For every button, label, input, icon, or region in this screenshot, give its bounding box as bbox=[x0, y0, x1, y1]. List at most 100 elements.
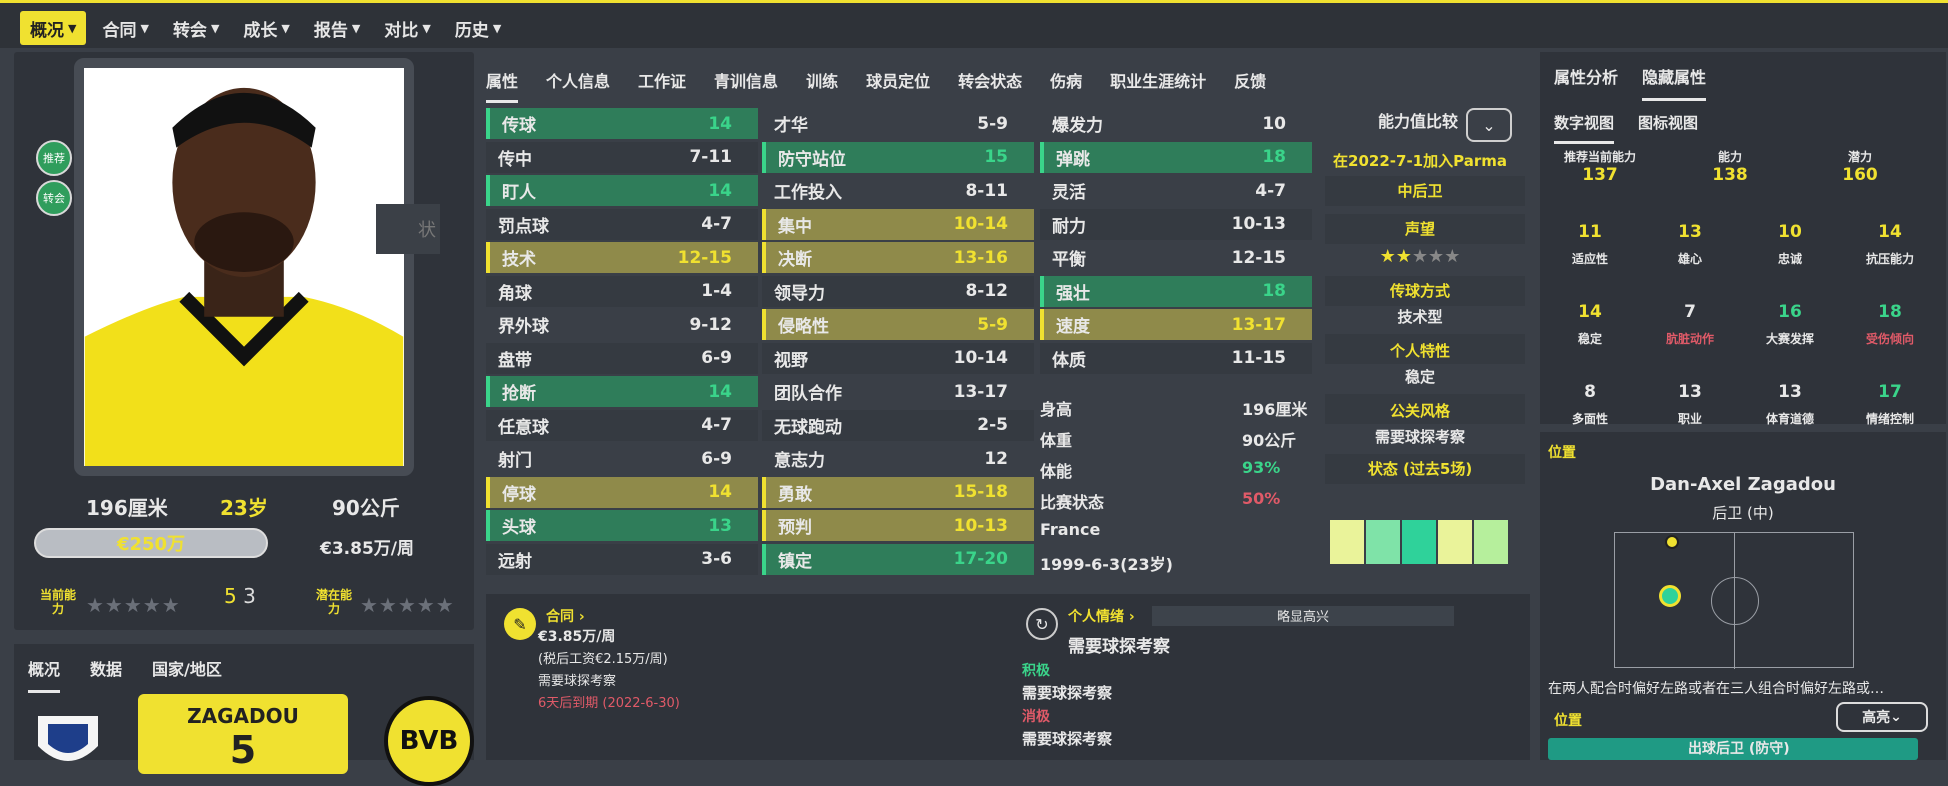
tab-attribute-analysis[interactable]: 属性分析 bbox=[1554, 64, 1618, 101]
menu-reports[interactable]: 报告 ▼ bbox=[306, 11, 368, 45]
tab-icon-view[interactable]: 图标视图 bbox=[1638, 112, 1698, 144]
attribute-row[interactable]: 才华 5-9 bbox=[762, 108, 1034, 139]
menu-overview[interactable]: 概况 ▼ bbox=[20, 11, 87, 45]
attribute-row[interactable]: 无球跑动 2-5 bbox=[762, 409, 1034, 441]
compare-dropdown[interactable]: ⌄ bbox=[1466, 108, 1512, 142]
menu-development[interactable]: 成长 ▼ bbox=[235, 11, 297, 45]
tab-attributes[interactable]: 属性 bbox=[486, 68, 519, 103]
menu-transfer[interactable]: 转会 ▼ bbox=[165, 11, 227, 45]
attribute-value: 13-17 bbox=[953, 381, 1008, 402]
tab-overview[interactable]: 概况 bbox=[28, 656, 61, 693]
mood-link[interactable]: 个人情绪 › bbox=[1068, 606, 1135, 626]
hidden-attribute-value: 13 bbox=[1778, 382, 1802, 402]
tab-hidden-attributes[interactable]: 隐藏属性 bbox=[1642, 64, 1707, 101]
transfer-button[interactable]: 转会 bbox=[36, 180, 72, 216]
menu-history[interactable]: 历史 ▼ bbox=[447, 11, 509, 45]
role-bar[interactable]: 出球后卫 (防守) bbox=[1548, 738, 1918, 760]
attribute-name: 预判 bbox=[778, 518, 812, 538]
ghost-button[interactable]: 状 bbox=[376, 204, 440, 254]
hidden-attribute-label: 推荐当前能力 bbox=[1563, 150, 1636, 164]
tab-number-view[interactable]: 数字视图 bbox=[1554, 112, 1615, 144]
tab-roles[interactable]: 球员定位 bbox=[866, 68, 930, 103]
attribute-row[interactable]: 镇定 17-20 bbox=[762, 543, 1034, 575]
club-logo[interactable]: BVB bbox=[384, 696, 474, 786]
potential-ability-stars: ★★★★★ bbox=[360, 593, 455, 617]
attribute-row[interactable]: 界外球 9-12 bbox=[486, 309, 758, 340]
attribute-row[interactable]: 传球 14 bbox=[486, 108, 758, 139]
jersey: ZAGADOU 5 bbox=[138, 694, 348, 774]
attribute-row[interactable]: 弹跳 18 bbox=[1040, 141, 1312, 173]
attribute-row[interactable]: 耐力 10-13 bbox=[1040, 208, 1312, 240]
potential-ability-label: 潜在能力 bbox=[315, 588, 352, 616]
attribute-row[interactable]: 侵略性 5-9 bbox=[762, 309, 1034, 340]
attribute-value: 18 bbox=[1262, 281, 1286, 301]
attribute-row[interactable]: 角球 1-4 bbox=[486, 275, 758, 307]
tab-youth[interactable]: 青训信息 bbox=[714, 68, 778, 103]
value-bar: €250万 bbox=[34, 528, 268, 558]
menu-contract[interactable]: 合同 ▼ bbox=[94, 11, 156, 45]
tab-stats[interactable]: 数据 bbox=[90, 656, 122, 693]
pr-value: 需要球探考察 bbox=[1374, 428, 1465, 446]
tab-personal[interactable]: 个人信息 bbox=[546, 68, 610, 103]
form-bar bbox=[1402, 520, 1436, 564]
main-position-dot bbox=[1659, 585, 1681, 607]
contract-link[interactable]: 合同 › bbox=[546, 606, 585, 626]
tab-career-stats[interactable]: 职业生涯统计 bbox=[1110, 68, 1206, 103]
recommend-button[interactable]: 推荐 bbox=[36, 140, 72, 176]
attribute-row[interactable]: 团队合作 13-17 bbox=[762, 376, 1034, 407]
hidden-attribute-label: 肮脏动作 bbox=[1665, 332, 1714, 346]
attribute-row[interactable]: 领导力 8-12 bbox=[762, 275, 1034, 307]
attribute-value: 4-7 bbox=[1255, 180, 1286, 201]
attribute-row[interactable]: 灵活 4-7 bbox=[1040, 175, 1312, 206]
highlight-dropdown[interactable]: 高亮 ⌄ bbox=[1836, 702, 1928, 732]
attribute-row[interactable]: 预判 10-13 bbox=[762, 510, 1034, 541]
pitch-diagram bbox=[1614, 532, 1854, 669]
bottom-center-panel: ✎ 合同 › €3.85万/周 (税后工资€2.15万/周) 需要球探考察 6天… bbox=[486, 594, 1530, 760]
attribute-row[interactable]: 体质 11-15 bbox=[1040, 342, 1312, 374]
age-value: 23岁 bbox=[220, 496, 268, 520]
hidden-attribute-value: 17 bbox=[1878, 382, 1902, 402]
menu-compare[interactable]: 对比 ▼ bbox=[376, 11, 438, 45]
attribute-value: 8-11 bbox=[965, 180, 1008, 201]
attribute-row[interactable]: 意志力 12 bbox=[762, 443, 1034, 474]
tab-transfer-status[interactable]: 转会状态 bbox=[958, 68, 1022, 103]
hidden-attribute-cell: 14 抗压能力 bbox=[1840, 222, 1940, 267]
attribute-name: 盘带 bbox=[498, 350, 532, 371]
attribute-value: 15 bbox=[984, 147, 1008, 167]
attribute-row[interactable]: 技术 12-15 bbox=[486, 242, 758, 273]
attribute-row[interactable]: 工作投入 8-11 bbox=[762, 175, 1034, 206]
attribute-row[interactable]: 集中 10-14 bbox=[762, 208, 1034, 240]
attribute-row[interactable]: 抢断 14 bbox=[486, 376, 758, 407]
attribute-row[interactable]: 传中 7-11 bbox=[486, 141, 758, 173]
attribute-name: 强壮 bbox=[1056, 283, 1090, 304]
attribute-row[interactable]: 停球 14 bbox=[486, 476, 758, 508]
attribute-row[interactable]: 决断 13-16 bbox=[762, 242, 1034, 273]
attribute-row[interactable]: 强壮 18 bbox=[1040, 275, 1312, 307]
tab-nation[interactable]: 国家/地区 bbox=[152, 656, 222, 693]
tab-training[interactable]: 训练 bbox=[806, 68, 838, 103]
detail-label: 体能 bbox=[1040, 462, 1073, 481]
attribute-row[interactable]: 头球 13 bbox=[486, 510, 758, 541]
attribute-row[interactable]: 防守站位 15 bbox=[762, 141, 1034, 173]
attribute-row[interactable]: 爆发力 10 bbox=[1040, 108, 1312, 139]
attribute-row[interactable]: 平衡 12-15 bbox=[1040, 242, 1312, 273]
attribute-row[interactable]: 速度 13-17 bbox=[1040, 309, 1312, 340]
hidden-attribute-label: 受伤倾向 bbox=[1865, 332, 1914, 346]
attribute-row[interactable]: 勇敢 15-18 bbox=[762, 476, 1034, 508]
attribute-row[interactable]: 盯人 14 bbox=[486, 175, 758, 206]
attribute-row[interactable]: 罚点球 4-7 bbox=[486, 208, 758, 240]
tab-injuries[interactable]: 伤病 bbox=[1050, 68, 1082, 103]
hidden-attribute-value: 138 bbox=[1712, 165, 1748, 185]
position-link[interactable]: 位置 bbox=[1554, 710, 1582, 730]
attribute-row[interactable]: 盘带 6-9 bbox=[486, 342, 758, 374]
detail-label: France bbox=[1040, 520, 1101, 539]
height-value: 196厘米 bbox=[86, 496, 168, 520]
tab-work-permit[interactable]: 工作证 bbox=[638, 68, 686, 103]
attribute-row[interactable]: 视野 10-14 bbox=[762, 342, 1034, 374]
tab-feedback[interactable]: 反馈 bbox=[1234, 68, 1266, 103]
attribute-row[interactable]: 任意球 4-7 bbox=[486, 409, 758, 441]
hidden-attributes-panel: 属性分析 隐藏属性 数字视图 图标视图 推荐当前能力 137 能力 138 潜力 160 1… bbox=[1540, 52, 1946, 506]
attribute-row[interactable]: 射门 6-9 bbox=[486, 443, 758, 474]
attribute-row[interactable]: 远射 3-6 bbox=[486, 543, 758, 575]
attribute-name: 盯人 bbox=[502, 183, 536, 203]
